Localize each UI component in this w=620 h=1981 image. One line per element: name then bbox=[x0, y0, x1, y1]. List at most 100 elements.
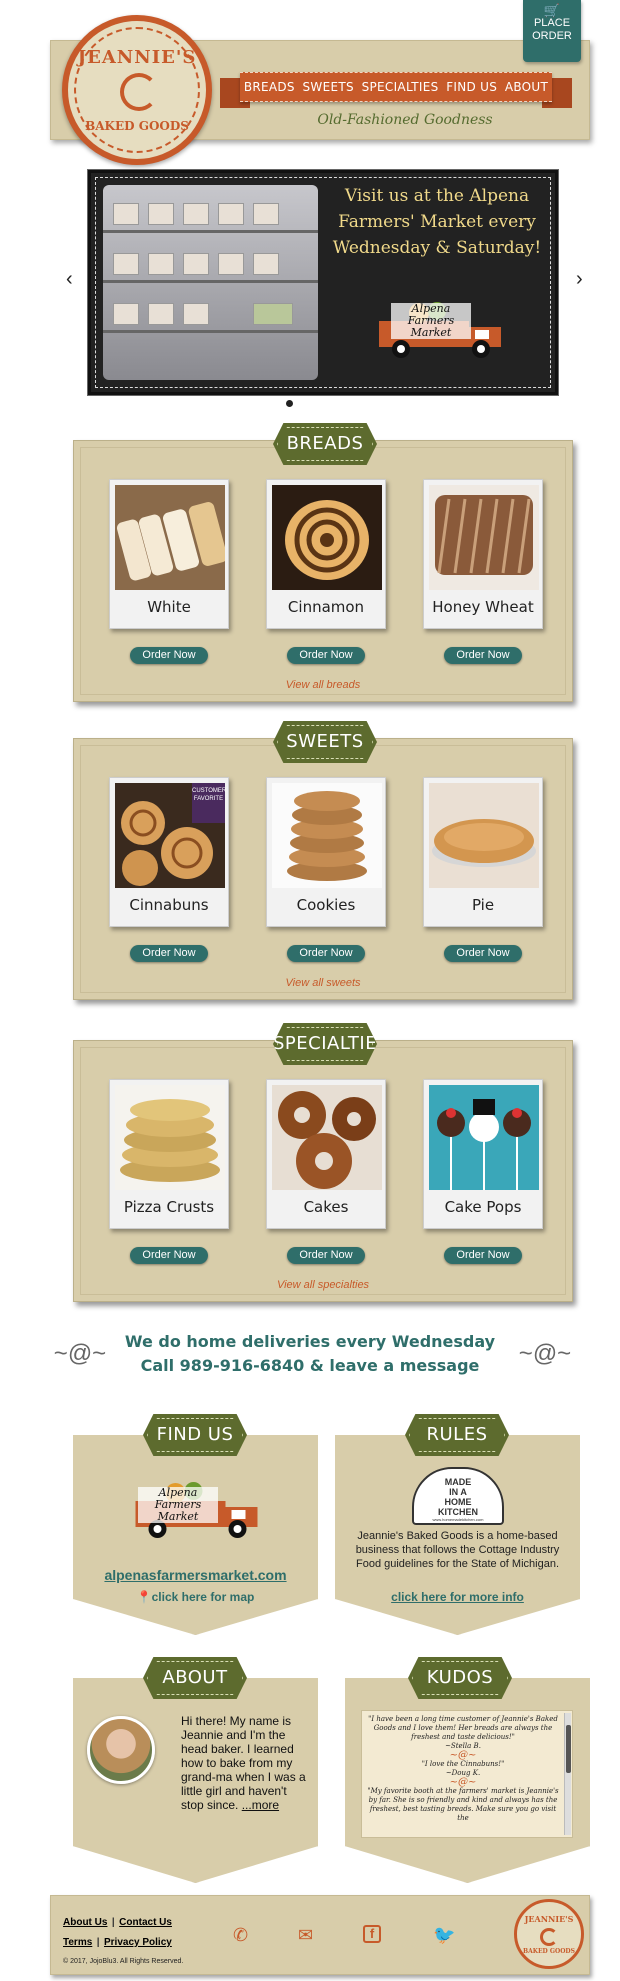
sign-line: KITCHEN bbox=[438, 1507, 478, 1517]
footer-separator: | bbox=[111, 1917, 115, 1928]
about-box: Hi there! My name is Jeannie and I'm the… bbox=[73, 1678, 318, 1883]
map-link[interactable]: 📍click here for map bbox=[73, 1590, 318, 1604]
sign-line: IN A bbox=[449, 1487, 467, 1497]
sign-line: MADE bbox=[444, 1477, 472, 1487]
place-order-line1: PLACE bbox=[533, 17, 571, 29]
nav-find-us[interactable]: FIND US bbox=[446, 80, 497, 94]
product-name: Cinnamon bbox=[287, 598, 365, 616]
specialties-section: Pizza Crusts Cakes Cake Pops Order Now O… bbox=[73, 1040, 573, 1302]
cakes-photo bbox=[272, 1085, 382, 1190]
phone-icon[interactable]: ✆ bbox=[233, 1925, 248, 1946]
white-bread-photo bbox=[115, 485, 225, 590]
footer-logo[interactable]: JEANNIE'S BAKED GOODS bbox=[514, 1899, 584, 1969]
slider-next-button[interactable]: › bbox=[576, 268, 583, 291]
about-heading-badge: ABOUT bbox=[143, 1657, 247, 1699]
breads-heading-badge: BREADS bbox=[273, 423, 377, 465]
product-card-pie[interactable]: Pie bbox=[423, 777, 543, 927]
product-card-cake-pops[interactable]: Cake Pops bbox=[423, 1079, 543, 1229]
sweets-heading-badge: SWEETS bbox=[273, 721, 377, 763]
truck-text: Alpena Farmers Market bbox=[138, 1487, 218, 1523]
product-card-honey-wheat[interactable]: Honey Wheat bbox=[423, 479, 543, 629]
swirl-divider-icon: ~@~ bbox=[449, 1777, 477, 1788]
rules-more-info-link[interactable]: click here for more info bbox=[335, 1590, 580, 1604]
view-all-breads-link[interactable]: View all breads bbox=[74, 679, 572, 691]
map-link-label: click here for map bbox=[151, 1590, 255, 1604]
facebook-icon[interactable]: f bbox=[363, 1925, 381, 1943]
footer-privacy-link[interactable]: Privacy Policy bbox=[104, 1937, 172, 1948]
testimonials-scrollbar[interactable] bbox=[564, 1713, 571, 1835]
order-now-button[interactable]: Order Now bbox=[444, 945, 522, 962]
product-card-cookies[interactable]: Cookies bbox=[266, 777, 386, 927]
logo-title: JEANNIE'S bbox=[77, 47, 197, 68]
email-icon[interactable]: ✉ bbox=[298, 1925, 313, 1946]
order-now-button[interactable]: Order Now bbox=[287, 647, 365, 664]
testimonials-panel[interactable]: "I have been a long time customer of Jea… bbox=[361, 1710, 573, 1838]
place-order-line2: ORDER bbox=[532, 30, 572, 42]
map-pin-icon: 📍 bbox=[136, 1590, 152, 1604]
sign-line: HOME bbox=[444, 1497, 472, 1507]
view-all-sweets-link[interactable]: View all sweets bbox=[74, 977, 572, 989]
find-us-box: Alpena Farmers Market alpenasfarmersmark… bbox=[73, 1435, 318, 1635]
product-name: Honey Wheat bbox=[432, 598, 534, 616]
about-text: Hi there! My name is Jeannie and I'm the… bbox=[181, 1714, 309, 1812]
breads-section: White Cinnamon Honey Wheat Order Now Ord… bbox=[73, 440, 573, 702]
footer: About Us | Contact Us Terms | Privacy Po… bbox=[50, 1895, 590, 1975]
product-card-cinnabuns[interactable]: CUSTOMER FAVORITE Cinnabuns bbox=[109, 777, 229, 927]
cake-pops-photo bbox=[429, 1085, 539, 1190]
testimonial-quote: "I love the Cinnabuns!" bbox=[421, 1760, 505, 1768]
jeannie-avatar bbox=[87, 1716, 155, 1784]
find-us-heading-badge: FIND US bbox=[143, 1414, 247, 1456]
nav-sweets[interactable]: SWEETS bbox=[303, 80, 354, 94]
bakery-shelf-photo bbox=[103, 185, 318, 380]
pie-photo bbox=[429, 783, 539, 888]
honey-wheat-bread-photo bbox=[429, 485, 539, 590]
testimonial-quote: "I have been a long time customer of Jea… bbox=[368, 1715, 558, 1741]
scrollbar-thumb[interactable] bbox=[566, 1725, 571, 1773]
order-now-button[interactable]: Order Now bbox=[287, 1247, 365, 1264]
order-now-button[interactable]: Order Now bbox=[287, 945, 365, 962]
product-name: Cinnabuns bbox=[129, 896, 209, 914]
order-now-button[interactable]: Order Now bbox=[130, 647, 208, 664]
cinnamon-roll-icon bbox=[540, 1928, 558, 1946]
twitter-icon[interactable]: 🐦 bbox=[433, 1925, 455, 1946]
product-name: Cookies bbox=[296, 896, 356, 914]
delivery-notice: We do home deliveries every Wednesday Ca… bbox=[90, 1330, 530, 1378]
place-order-button[interactable]: 🛒 PLACE ORDER bbox=[523, 0, 581, 62]
pizza-crusts-photo bbox=[115, 1085, 225, 1190]
order-now-button[interactable]: Order Now bbox=[130, 1247, 208, 1264]
product-name: White bbox=[147, 598, 191, 616]
hero-slider: Visit us at the Alpena Farmers' Market e… bbox=[88, 170, 558, 395]
nav-breads[interactable]: BREADS bbox=[244, 80, 295, 94]
specialties-heading-badge: SPECIALTIES bbox=[273, 1023, 377, 1065]
footer-terms-link[interactable]: Terms bbox=[63, 1937, 92, 1948]
cart-icon: 🛒 bbox=[543, 3, 561, 18]
order-now-button[interactable]: Order Now bbox=[130, 945, 208, 962]
site-logo[interactable]: JEANNIE'S BAKED GOODS bbox=[62, 15, 212, 165]
nav-about[interactable]: ABOUT bbox=[505, 80, 548, 94]
footer-about-link[interactable]: About Us bbox=[63, 1917, 107, 1928]
order-now-button[interactable]: Order Now bbox=[444, 1247, 522, 1264]
slider-prev-button[interactable]: ‹ bbox=[66, 268, 73, 291]
product-card-pizza-crusts[interactable]: Pizza Crusts bbox=[109, 1079, 229, 1229]
tagline: Old-Fashioned Goodness bbox=[317, 112, 493, 128]
market-website-link[interactable]: alpenasfarmersmarket.com bbox=[73, 1567, 318, 1583]
rules-text: Jeannie's Baked Goods is a home-based bu… bbox=[355, 1530, 560, 1570]
rules-heading-badge: RULES bbox=[405, 1414, 509, 1456]
product-card-white[interactable]: White bbox=[109, 479, 229, 629]
view-all-specialties-link[interactable]: View all specialties bbox=[74, 1279, 572, 1291]
kudos-heading-badge: KUDOS bbox=[408, 1657, 512, 1699]
truck-text: Alpena Farmers Market bbox=[391, 303, 471, 339]
swirl-divider-icon: ~@~ bbox=[449, 1750, 477, 1761]
about-more-link[interactable]: ...more bbox=[242, 1798, 279, 1812]
nav-specialties[interactable]: SPECIALTIES bbox=[362, 80, 439, 94]
product-card-cakes[interactable]: Cakes bbox=[266, 1079, 386, 1229]
footer-contact-link[interactable]: Contact Us bbox=[119, 1917, 172, 1928]
footer-copyright: © 2017, JojoBlu3. All Rights Reserved. bbox=[63, 1958, 184, 1965]
slider-dot[interactable] bbox=[286, 400, 293, 407]
slider-message: Visit us at the Alpena Farmers' Market e… bbox=[332, 186, 542, 258]
order-now-button[interactable]: Order Now bbox=[444, 647, 522, 664]
sign-small-text: www.homemadekitchen.com bbox=[432, 1517, 484, 1522]
customer-favorite-ribbon: CUSTOMER FAVORITE bbox=[192, 783, 226, 823]
testimonial-quote: "My favorite booth at the farmers' marke… bbox=[367, 1787, 559, 1822]
product-card-cinnamon[interactable]: Cinnamon bbox=[266, 479, 386, 629]
